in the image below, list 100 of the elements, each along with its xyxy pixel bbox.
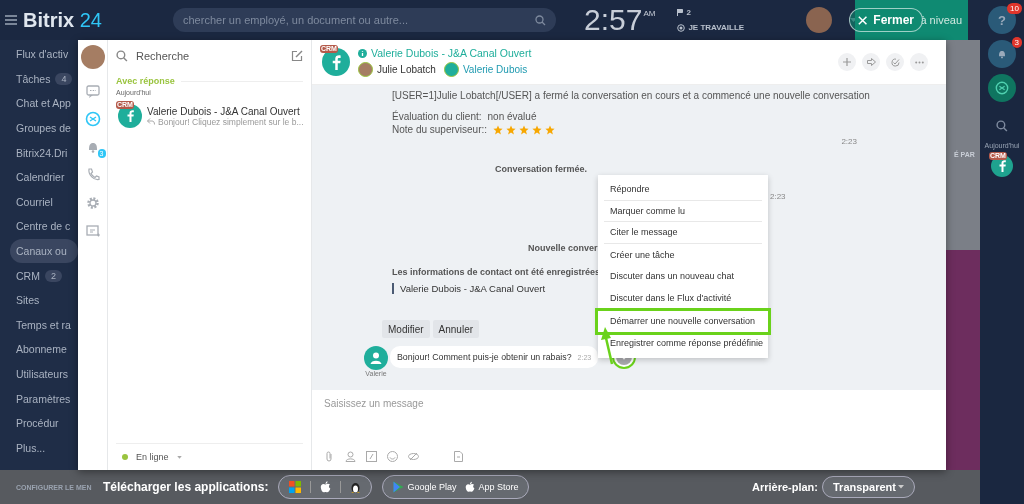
app-store-link[interactable]: App Store (465, 481, 519, 493)
nav-item[interactable]: Procédur (0, 410, 78, 436)
nav-item[interactable]: Abonneme (0, 337, 78, 362)
notifications-button[interactable] (988, 40, 1016, 68)
flag-count: 2 (686, 8, 691, 17)
smiley-icon[interactable] (387, 451, 398, 462)
message-preview: Bonjour! Cliquez simplement sur le b... (147, 116, 304, 127)
menu-item[interactable]: Enregistrer comme réponse prédéfinie (604, 332, 762, 354)
reply-icon (147, 118, 155, 125)
group-heading: Avec réponse (116, 76, 175, 86)
notice-text: Nouvelle conver (528, 243, 598, 253)
user-avatar[interactable] (80, 45, 105, 69)
command-icon[interactable] (366, 451, 377, 462)
calendar-plus-icon (84, 223, 101, 239)
nav-item[interactable]: Plus... (0, 435, 78, 461)
user-avatar (364, 346, 388, 370)
google-play-link[interactable]: Google Play (393, 481, 457, 493)
facebook-icon (331, 54, 341, 70)
apple-icon (465, 481, 476, 493)
contact-saved-text: Les informations de contact ont été enregistrées (392, 267, 601, 277)
star-icon (519, 124, 530, 135)
search-field[interactable]: Recherche (136, 50, 283, 62)
user-avatar (443, 62, 459, 77)
caret-icon[interactable] (176, 455, 182, 459)
field-label: Évaluation du client: (392, 111, 482, 122)
apple-icon[interactable] (320, 481, 332, 493)
gear-icon (84, 195, 101, 211)
document-icon[interactable] (453, 451, 464, 462)
nav-item[interactable]: Canaux ou (10, 238, 78, 264)
chat-circle-icon (995, 81, 1009, 95)
nav-item[interactable]: Sites (0, 287, 78, 313)
menu-item[interactable]: Marquer comme lu (604, 200, 762, 223)
sidebar-tab[interactable] (84, 83, 101, 99)
menu-item[interactable]: Créer une tâche (604, 243, 762, 266)
close-icon (858, 14, 868, 26)
nav-item[interactable]: Courriel (0, 189, 78, 215)
nav-item[interactable]: Groupes de (0, 115, 78, 141)
work-status[interactable]: JE TRAVAILLE (688, 23, 745, 32)
background-dropdown[interactable]: Transparent (822, 476, 915, 498)
conversation-title: Valerie Dubois - J&A Canal Ouvert (147, 105, 301, 117)
check-button[interactable] (886, 53, 904, 71)
nav-item[interactable]: Bitrix24.Dri (0, 140, 78, 165)
facebook-icon (126, 110, 134, 122)
nav-item[interactable]: Utilisateurs (0, 361, 78, 387)
menu-icon[interactable] (5, 15, 17, 25)
download-label: Télécharger les applications: (103, 480, 269, 494)
more-icon (914, 60, 924, 64)
person-icon[interactable] (345, 451, 356, 462)
user-avatar (358, 62, 373, 77)
nav-item[interactable]: Flux d'activ (0, 42, 78, 67)
hidden-eye-icon[interactable] (408, 451, 419, 462)
background-label: Arrière-plan: (751, 481, 818, 493)
sidebar-tab[interactable] (84, 195, 101, 211)
message-time: 2:23 (770, 192, 787, 201)
field-value: non évalué (487, 111, 537, 122)
nav-item[interactable]: Paramètres (0, 386, 78, 411)
windows-icon[interactable] (289, 481, 302, 493)
play-triangle-icon (393, 481, 405, 493)
system-message: [USER=1]Julie Lobatch[/USER] a fermé la conversation en cours et a commencé une nouvelle conversation (392, 90, 871, 101)
menu-item[interactable]: Répondre (604, 179, 762, 201)
status-dot (122, 454, 128, 460)
nav-item[interactable]: Calendrier (0, 164, 78, 190)
caret-icon[interactable] (850, 17, 858, 23)
status-dropdown[interactable]: En ligne (136, 452, 169, 462)
flag-icon (677, 9, 684, 16)
chat-button[interactable] (988, 74, 1016, 102)
search-icon (535, 14, 546, 26)
menu-item[interactable]: Citer le message (604, 222, 762, 244)
forward-button[interactable] (862, 53, 880, 71)
action-button[interactable]: Modifier (382, 320, 430, 338)
penguin-icon[interactable] (350, 481, 362, 493)
nav-item[interactable]: Temps et ra (0, 312, 78, 338)
add-button[interactable] (838, 53, 856, 71)
count-badge: 3 (1011, 37, 1022, 48)
arrow-icon (866, 58, 876, 66)
sidebar-tab[interactable] (84, 223, 101, 239)
nav-item[interactable]: Tâches 4 (0, 66, 78, 92)
chat-bubble-icon (84, 83, 101, 99)
logo: Bitrix 24 (23, 8, 103, 32)
bell-icon (996, 48, 1008, 60)
check-icon (890, 57, 900, 67)
user-avatar[interactable] (806, 7, 833, 33)
search-icon (116, 50, 128, 62)
count-badge: 4 (55, 72, 73, 85)
search-icon[interactable] (996, 120, 1008, 132)
nav-item[interactable]: Centre de c (0, 214, 78, 239)
star-icon (545, 124, 556, 135)
menu-item[interactable]: Démarrer une nouvelle conversation (598, 310, 768, 333)
action-button[interactable]: Annuler (432, 320, 480, 338)
member-chip[interactable]: Julie Lobatch (358, 62, 436, 77)
count-badge: 2 (44, 269, 62, 282)
more-button[interactable] (910, 53, 928, 71)
sidebar-tab[interactable] (84, 111, 101, 127)
info-icon[interactable] (358, 48, 367, 58)
paperclip-icon[interactable] (324, 451, 335, 462)
nav-item[interactable]: Chat et App (0, 91, 78, 116)
field-label: Note du superviseur:: (392, 124, 488, 135)
member-chip[interactable]: Valerie Dubois (443, 62, 528, 77)
compose-icon[interactable] (291, 50, 303, 62)
nav-item[interactable]: CRM 2 (0, 263, 78, 288)
